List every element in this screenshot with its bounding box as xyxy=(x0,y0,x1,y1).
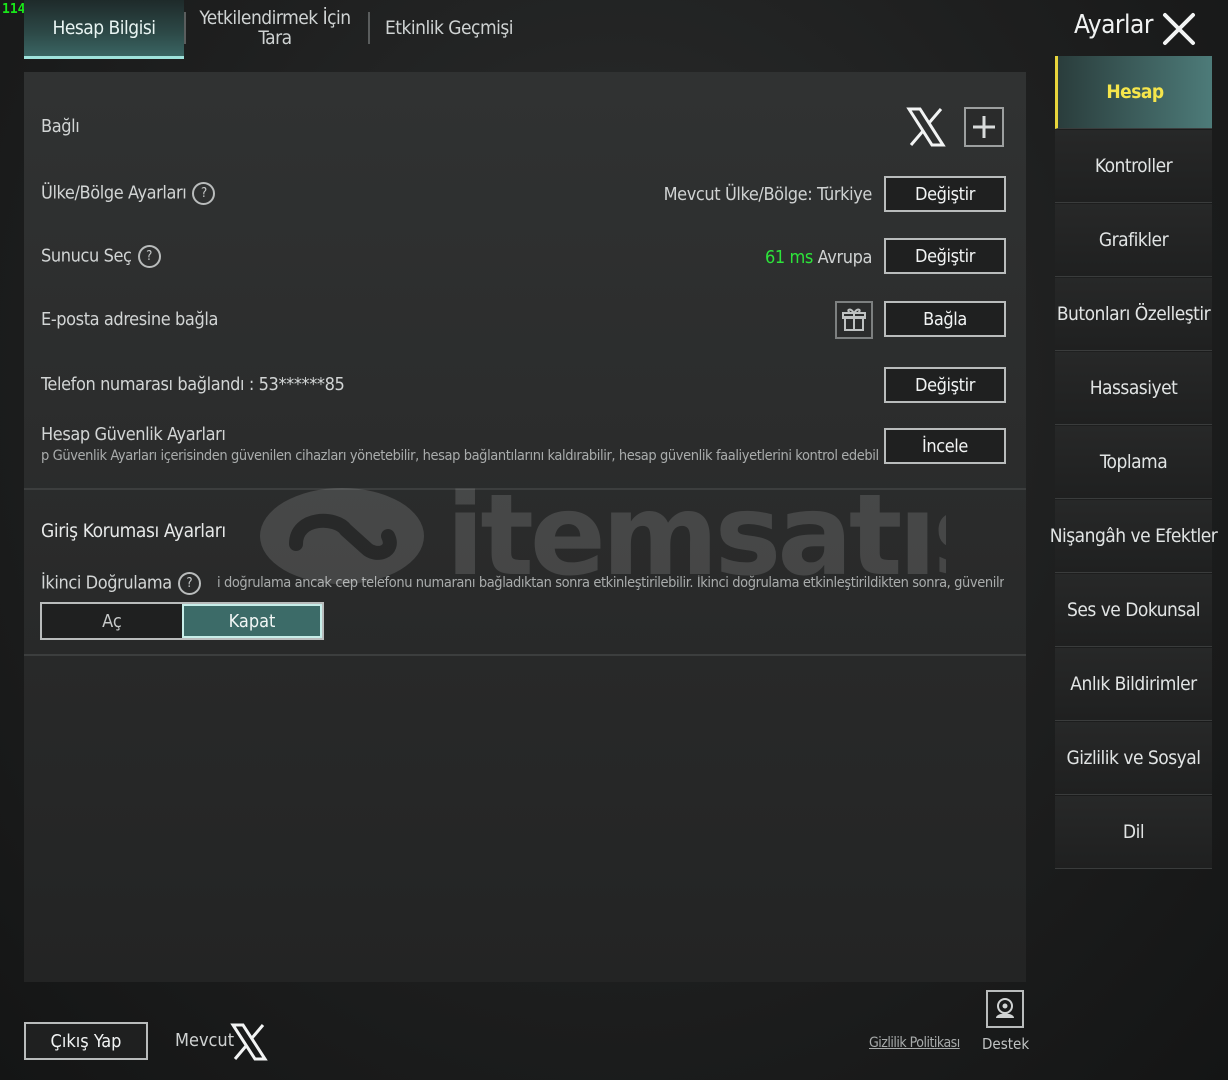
login-protection-title: Giriş Koruması Ayarları xyxy=(41,520,226,542)
phone-label: Telefon numarası bağlandı : 53******85 xyxy=(41,374,345,395)
add-link-button[interactable] xyxy=(964,107,1004,147)
help-icon[interactable]: ? xyxy=(192,182,216,205)
logout-button[interactable]: Çıkış Yap xyxy=(24,1022,148,1060)
tab-activity-history[interactable]: Etkinlik Geçmişi xyxy=(374,0,524,56)
sidebar-item-language[interactable]: Dil xyxy=(1055,796,1212,869)
sidebar-item-notifications[interactable]: Anlık Bildirimler xyxy=(1055,648,1212,721)
help-icon[interactable]: ? xyxy=(177,572,201,595)
twofa-label: İkinci Doğrulama? xyxy=(41,572,201,595)
change-server-button[interactable]: Değiştir xyxy=(884,238,1006,274)
region-status: Mevcut Ülke/Bölge: Türkiye xyxy=(663,184,873,205)
sidebar-item-account[interactable]: Hesap xyxy=(1055,56,1212,129)
review-security-button[interactable]: İncele xyxy=(884,428,1006,464)
link-email-button[interactable]: Bağla xyxy=(884,301,1006,337)
section-divider xyxy=(24,488,1026,490)
security-label: Hesap Güvenlik Ayarları xyxy=(41,424,226,445)
tab-divider xyxy=(184,12,186,44)
sidebar-item-graphics[interactable]: Grafikler xyxy=(1055,204,1212,277)
account-panel: Bağlı Ülke/Bölge Ayarları? Mevcut Ülke/B… xyxy=(24,72,1026,982)
server-status: 61 ms Avrupa xyxy=(764,247,872,268)
sidebar-item-crosshair-effects[interactable]: Nişangâh ve Efektler xyxy=(1050,500,1218,573)
x-logo-icon[interactable] xyxy=(906,106,946,148)
close-icon[interactable] xyxy=(1160,10,1198,48)
twofa-description: i doğrulama ancak cep telefonu numaranı … xyxy=(217,575,1005,591)
ping-value: 61 ms xyxy=(764,247,813,268)
sidebar-item-customize-buttons[interactable]: Butonları Özelleştir xyxy=(1055,278,1212,351)
support-label[interactable]: Destek xyxy=(982,1035,1029,1053)
change-region-button[interactable]: Değiştir xyxy=(884,176,1006,212)
tab-scan-to-authorize[interactable]: Yetkilendirmek İçin Tara xyxy=(190,0,360,56)
top-bar: Hesap Bilgisi Yetkilendirmek İçin Tara E… xyxy=(0,0,1228,59)
twofa-toggle: Aç Kapat xyxy=(40,602,324,640)
page-title: Ayarlar xyxy=(1074,10,1153,40)
plus-icon xyxy=(973,116,995,138)
privacy-policy-link[interactable]: Gizlilik Politikası xyxy=(869,1035,960,1051)
help-icon[interactable]: ? xyxy=(137,245,161,268)
sidebar-item-pickup[interactable]: Toplama xyxy=(1055,426,1212,499)
sidebar-item-privacy-social[interactable]: Gizlilik ve Sosyal xyxy=(1055,722,1212,795)
section-divider xyxy=(24,654,1026,656)
gift-icon[interactable] xyxy=(835,301,873,339)
tab-account-info[interactable]: Hesap Bilgisi xyxy=(24,0,184,59)
sidebar-item-audio-haptics[interactable]: Ses ve Dokunsal xyxy=(1055,574,1212,647)
region-label: Ülke/Bölge Ayarları? xyxy=(41,182,216,205)
support-icon[interactable] xyxy=(986,990,1024,1028)
change-phone-button[interactable]: Değiştir xyxy=(884,367,1006,403)
twofa-off-option[interactable]: Kapat xyxy=(182,604,322,638)
current-account-label: Mevcut xyxy=(175,1030,235,1051)
email-label: E-posta adresine bağla xyxy=(41,309,218,330)
tab-divider xyxy=(368,12,370,44)
security-description: p Güvenlik Ayarları içerisinden güvenile… xyxy=(41,448,879,464)
twofa-on-option[interactable]: Aç xyxy=(42,604,182,638)
sidebar-item-controls[interactable]: Kontroller xyxy=(1055,130,1212,203)
server-label: Sunucu Seç? xyxy=(41,245,161,268)
x-logo-icon xyxy=(230,1022,268,1062)
sidebar-item-sensitivity[interactable]: Hassasiyet xyxy=(1055,352,1212,425)
linked-label: Bağlı xyxy=(41,116,80,137)
settings-sidebar: Hesap Kontroller Grafikler Butonları Öze… xyxy=(1050,56,1218,870)
